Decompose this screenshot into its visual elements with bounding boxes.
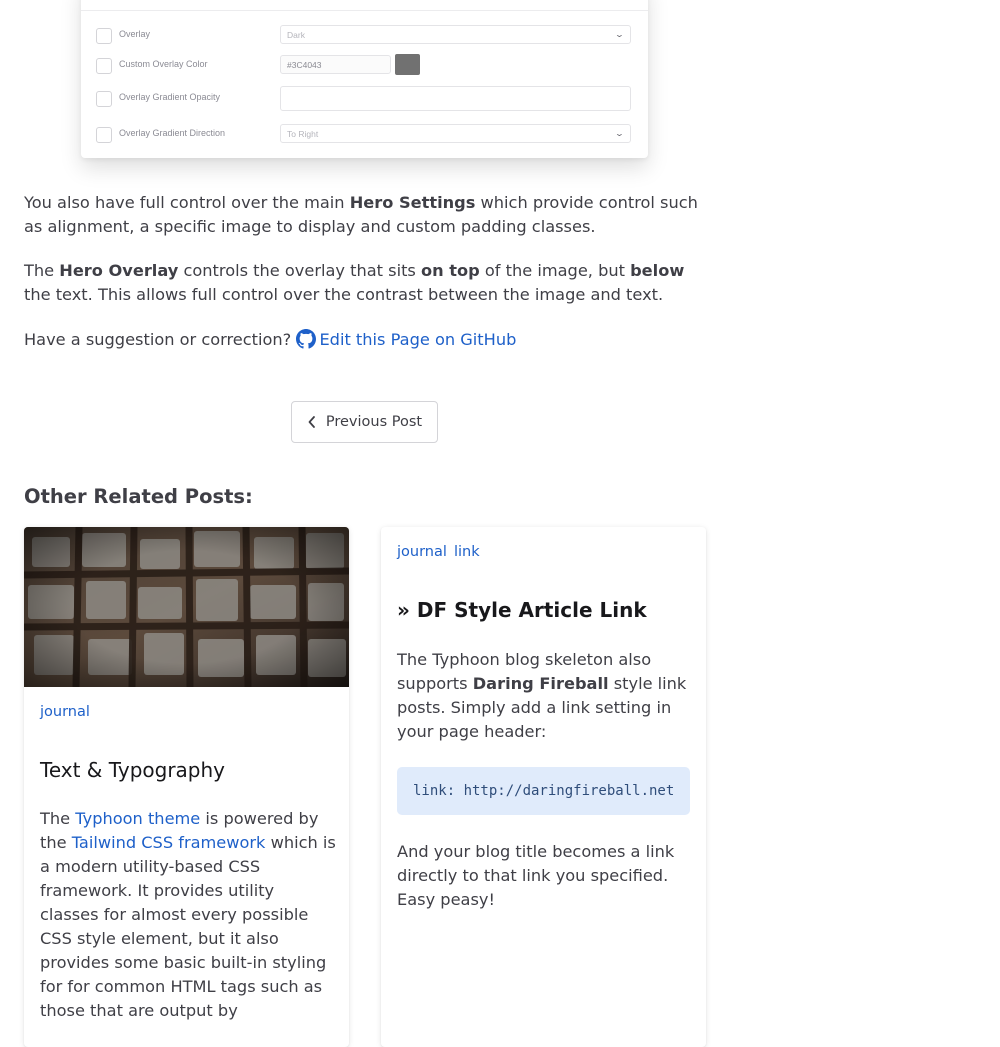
hero-overlay-paragraph: The Hero Overlay controls the overlay th…	[24, 259, 704, 307]
bold-text: below	[630, 261, 685, 280]
tailwind-css-link[interactable]: Tailwind CSS framework	[72, 833, 266, 852]
gradient-direction-label: Overlay Gradient Direction	[119, 128, 226, 138]
text-span: which is a modern utility-based CSS fram…	[40, 833, 336, 1020]
color-swatch[interactable]	[395, 54, 420, 75]
related-post-card[interactable]: journal Text & Typography The Typhoon th…	[24, 527, 349, 1047]
post-title[interactable]: » DF Style Article Link	[397, 598, 647, 622]
typhoon-theme-link[interactable]: Typhoon theme	[75, 809, 200, 828]
overlay-checkbox[interactable]	[96, 28, 112, 44]
previous-post-button[interactable]: Previous Post	[291, 401, 438, 443]
settings-panel-screenshot: Overlay Dark ⌄ Custom Overlay Color #3C4…	[81, 0, 648, 158]
related-posts-heading: Other Related Posts:	[24, 485, 253, 508]
gradient-direction-checkbox[interactable]	[96, 127, 112, 143]
custom-overlay-color-input[interactable]: #3C4043	[280, 55, 391, 74]
text-span: controls the overlay that sits	[178, 261, 422, 280]
panel-divider	[81, 10, 648, 11]
tag-link[interactable]: link	[454, 544, 480, 560]
tag-journal[interactable]: journal	[397, 544, 447, 560]
custom-overlay-color-checkbox[interactable]	[96, 58, 112, 74]
settings-row-custom-overlay-color: Custom Overlay Color #3C4043	[81, 54, 648, 79]
tag-journal[interactable]: journal	[40, 704, 90, 720]
gradient-direction-value: To Right	[287, 129, 319, 139]
bold-text: Daring Fireball	[472, 674, 609, 693]
post-excerpt: The Typhoon blog skeleton also supports …	[397, 648, 693, 744]
gradient-direction-select[interactable]: To Right ⌄	[280, 124, 631, 143]
suggestion-line: Have a suggestion or correction? Edit th…	[24, 328, 704, 352]
suggestion-text: Have a suggestion or correction?	[24, 330, 292, 349]
custom-overlay-color-label: Custom Overlay Color	[119, 59, 208, 69]
hero-settings-paragraph: You also have full control over the main…	[24, 191, 704, 239]
settings-row-gradient-direction: Overlay Gradient Direction To Right ⌄	[81, 124, 648, 148]
related-post-card[interactable]: journal link » DF Style Article Link The…	[381, 527, 706, 1047]
text-span: The	[40, 809, 76, 828]
github-icon	[296, 329, 317, 349]
bold-text: Hero Overlay	[59, 261, 179, 280]
post-title[interactable]: Text & Typography	[40, 758, 225, 782]
chevron-down-icon: ⌄	[614, 129, 625, 138]
overlay-select[interactable]: Dark ⌄	[280, 25, 631, 44]
chevron-left-icon	[308, 416, 315, 428]
settings-row-gradient-opacity: Overlay Gradient Opacity	[81, 86, 648, 112]
edit-on-github-link[interactable]: Edit this Page on GitHub	[296, 329, 517, 349]
overlay-select-value: Dark	[287, 30, 305, 40]
bold-text: Hero Settings	[349, 193, 476, 212]
edit-link-label: Edit this Page on GitHub	[319, 330, 517, 349]
text-span: the text. This allows full control over …	[24, 285, 664, 304]
letterpress-type-image	[24, 527, 349, 687]
post-excerpt: The Typhoon theme is powered by the Tail…	[40, 807, 336, 1023]
overlay-label: Overlay	[119, 29, 151, 39]
settings-row-overlay: Overlay Dark ⌄	[81, 25, 648, 49]
gradient-opacity-label: Overlay Gradient Opacity	[119, 92, 221, 102]
chevron-down-icon: ⌄	[614, 30, 625, 39]
post-excerpt-continued: And your blog title becomes a link direc…	[397, 842, 675, 909]
previous-post-label: Previous Post	[325, 414, 423, 430]
text-span: of the image, but	[479, 261, 631, 280]
custom-overlay-color-value: #3C4043	[287, 60, 322, 70]
bold-text: on top	[421, 261, 480, 280]
code-block: link: http://daringfireball.net	[397, 767, 690, 815]
text-span: The	[24, 261, 60, 280]
gradient-opacity-checkbox[interactable]	[96, 91, 112, 107]
gradient-opacity-input[interactable]	[280, 86, 631, 111]
text-span: You also have full control over the main	[24, 193, 350, 212]
